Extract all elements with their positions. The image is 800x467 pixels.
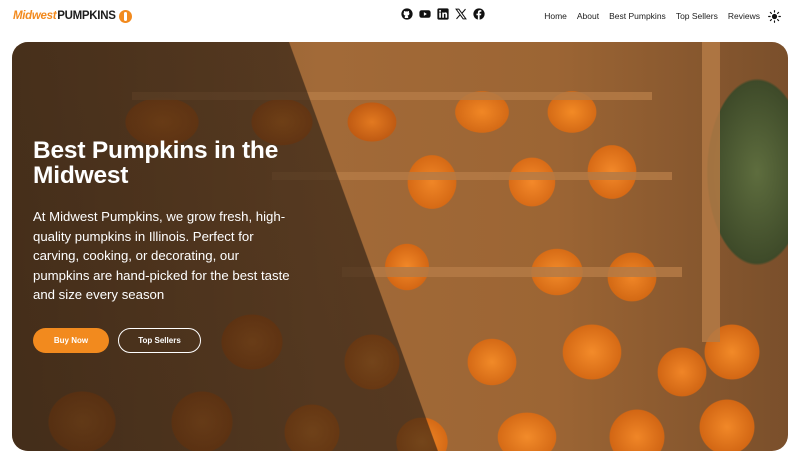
main-nav: Home About Best Pumpkins Top Sellers Rev… <box>544 0 800 32</box>
logo-word-pumpkins: PUMPKINS <box>57 10 116 22</box>
brand-logo[interactable]: Midwest PUMPKINS <box>13 9 132 23</box>
linkedin-icon[interactable] <box>437 8 449 20</box>
nav-link-top-sellers[interactable]: Top Sellers <box>676 11 718 21</box>
hero-title: Best Pumpkins in the Midwest <box>33 137 279 189</box>
social-links <box>401 8 485 20</box>
facebook-icon[interactable] <box>473 8 485 20</box>
hero-description: At Midwest Pumpkins, we grow fresh, high… <box>33 209 290 303</box>
top-navigation-bar: Midwest PUMPKINS Home About Best Pumpkin… <box>0 0 800 32</box>
youtube-icon[interactable] <box>419 8 431 20</box>
buy-now-button[interactable]: Buy Now <box>33 328 109 353</box>
nav-link-best-pumpkins[interactable]: Best Pumpkins <box>609 11 666 21</box>
x-icon[interactable] <box>455 8 467 20</box>
nav-link-about[interactable]: About <box>577 11 599 21</box>
top-sellers-button[interactable]: Top Sellers <box>118 328 201 353</box>
logo-word-midwest: Midwest <box>13 10 57 22</box>
github-icon[interactable] <box>401 8 413 20</box>
nav-link-home[interactable]: Home <box>544 11 567 21</box>
hero-banner: Best Pumpkins in the Midwest At Midwest … <box>12 42 788 451</box>
sun-icon[interactable] <box>768 9 781 23</box>
nav-link-reviews[interactable]: Reviews <box>728 11 760 21</box>
pumpkin-icon <box>118 9 132 23</box>
